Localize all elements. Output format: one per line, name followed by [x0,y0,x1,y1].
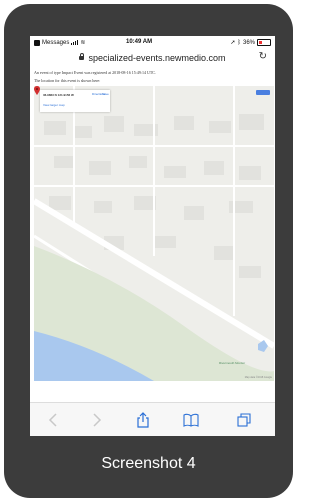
tabs-button[interactable] [235,411,253,429]
location-pin-icon[interactable] [34,86,40,95]
map-info-card: 36.9863 N 121.9156 W Directions Save Vie… [40,90,110,112]
map-tiles [34,86,274,381]
map-attribution: Map data ©2018 Google [244,376,272,379]
phone-screen: Messages ≋ 10:49 AM ➚ ᛒ 36% specialized-… [30,36,275,436]
embedded-map[interactable]: 36.9863 N 121.9156 W Directions Save Vie… [34,86,274,381]
battery-icon [257,39,271,46]
status-right: ➚ ᛒ 36% [230,39,271,46]
event-message: An event of type Impact Event was regist… [34,70,156,75]
back-to-app-icon[interactable] [34,39,40,46]
share-button[interactable] [134,411,152,429]
back-app-label[interactable]: Messages [42,40,69,46]
status-left: Messages ≋ [34,39,85,46]
battery-percent: 36% [242,39,255,46]
share-icon [137,412,149,428]
status-time: 10:49 AM [126,39,153,45]
book-icon [183,413,199,427]
location-message: The location for this event is shown her… [34,78,101,83]
address-bar[interactable]: specialized-events.newmedio.com ↻ [30,50,275,66]
chevron-left-icon [48,413,57,427]
bluetooth-icon: ᛒ [237,39,241,46]
screenshot-card: Messages ≋ 10:49 AM ➚ ᛒ 36% specialized-… [4,4,293,498]
save-link[interactable]: Save [102,92,109,96]
forward-button[interactable] [88,411,106,429]
reload-icon[interactable]: ↻ [259,51,267,62]
status-bar: Messages ≋ 10:49 AM ➚ ᛒ 36% [30,36,275,50]
tabs-icon [237,413,251,427]
screenshot-caption: Screenshot 4 [101,455,196,472]
browser-toolbar [30,402,275,436]
chevron-right-icon [93,413,102,427]
bookmarks-button[interactable] [182,411,200,429]
info-coordinates: 36.9863 N 121.9156 W [43,93,74,97]
wifi-icon: ≋ [80,40,86,46]
signal-icon [71,40,79,45]
map-type-toggle[interactable] [256,90,270,95]
url-text[interactable]: specialized-events.newmedio.com [88,53,225,63]
poi-label: Rivermouth Monitor [219,361,246,365]
view-larger-map-link[interactable]: View larger map [43,103,65,107]
location-arrow-icon: ➚ [230,40,236,46]
lock-icon [79,53,85,60]
back-button[interactable] [44,411,62,429]
